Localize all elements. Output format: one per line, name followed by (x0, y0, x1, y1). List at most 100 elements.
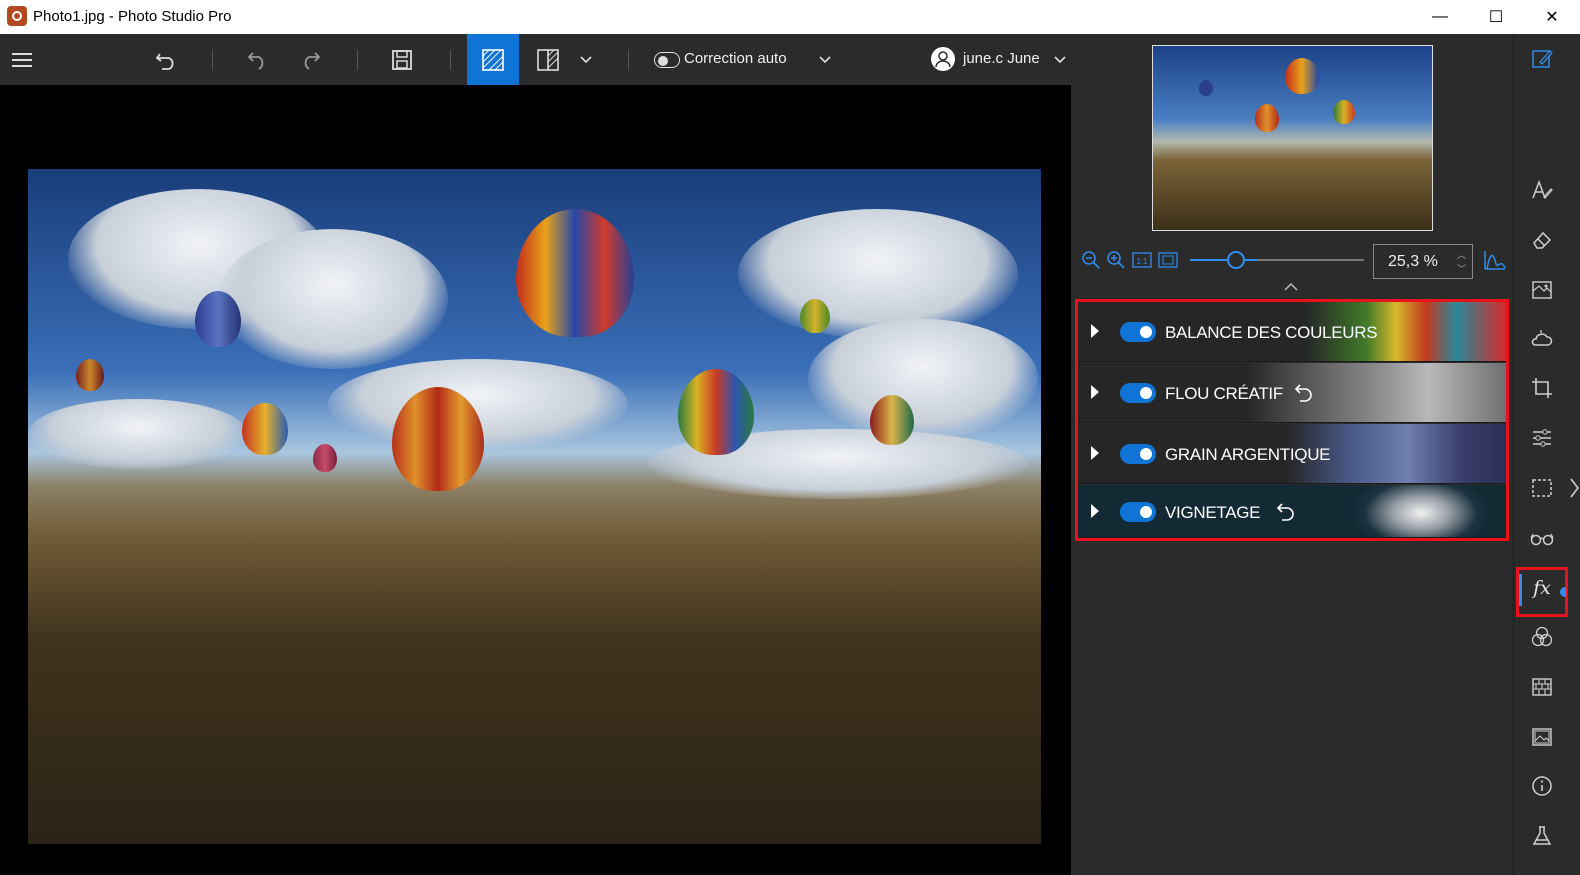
save-icon[interactable] (388, 34, 416, 85)
redo-icon[interactable] (296, 34, 324, 85)
fit-screen-icon[interactable] (1158, 250, 1178, 270)
color-circles-icon[interactable] (1528, 623, 1556, 651)
effect-label: BALANCE DES COULEURS (1165, 323, 1378, 342)
single-view-button[interactable] (467, 34, 519, 85)
effect-row-film-grain[interactable]: GRAIN ARGENTIQUE (1078, 424, 1506, 484)
balloon-shape (313, 444, 337, 472)
zoom-out-icon[interactable] (1081, 250, 1101, 270)
navigator-thumbnail[interactable] (1152, 45, 1433, 231)
toolbar-separator (357, 50, 358, 70)
effect-label: VIGNETAGE (1165, 503, 1261, 522)
expand-arrow-icon[interactable] (1091, 324, 1099, 338)
user-name[interactable]: june.c June (963, 50, 1040, 67)
crop-icon[interactable] (1528, 374, 1556, 402)
zoom-value-field[interactable]: 25,3 % ︿ ﹀ (1373, 244, 1473, 279)
expand-arrow-icon[interactable] (1091, 385, 1099, 399)
view-dropdown-chevron-icon[interactable] (576, 34, 596, 85)
auto-correction-chevron-icon[interactable] (815, 34, 835, 85)
eraser-icon[interactable] (1528, 226, 1556, 254)
effects-list: BALANCE DES COULEURS FLOU CRÉATIF GRAIN … (1075, 299, 1509, 541)
balloon-shape (1285, 58, 1319, 94)
selection-icon[interactable] (1528, 474, 1556, 502)
toggle-knob (658, 56, 668, 66)
expand-arrow-icon[interactable] (1091, 446, 1099, 460)
toggle-knob (1140, 506, 1152, 518)
toolbar-separator (628, 50, 629, 70)
weather-icon[interactable] (1528, 325, 1556, 353)
collapse-navigator-chevron-icon[interactable] (1284, 280, 1298, 294)
texture-icon[interactable] (1528, 276, 1556, 304)
effect-row-color-balance[interactable]: BALANCE DES COULEURS (1078, 302, 1506, 362)
minimize-button[interactable]: — (1412, 0, 1468, 34)
expand-panel-chevron-icon[interactable] (1569, 477, 1580, 499)
histogram-icon[interactable] (1483, 250, 1507, 270)
effect-label: FLOU CRÉATIF (1165, 384, 1283, 403)
balloon-shape (870, 395, 914, 445)
expand-arrow-icon[interactable] (1091, 504, 1099, 518)
effects-panel: 1:1 25,3 % ︿ ﹀ BALANCE DES COULEURS FLOU… (1071, 34, 1513, 875)
effect-enable-toggle[interactable] (1120, 444, 1156, 464)
panel-expand-strip[interactable] (1569, 34, 1580, 875)
svg-text:1:1: 1:1 (1136, 257, 1148, 266)
balloon-shape (678, 369, 754, 455)
cloud-shape (738, 209, 1018, 339)
zoom-slider[interactable] (1190, 259, 1364, 261)
balloon-shape (195, 291, 241, 347)
close-button[interactable]: ✕ (1524, 0, 1580, 34)
zoom-value: 25,3 % (1388, 253, 1438, 270)
auto-correction-label: Correction auto (684, 50, 787, 67)
balloon-shape (76, 359, 104, 391)
balloon-shape (392, 387, 484, 491)
effect-preview-image (1246, 363, 1506, 422)
balloon-shape (1333, 100, 1355, 124)
zoom-slider-fill (1190, 259, 1257, 261)
split-view-icon[interactable] (534, 34, 562, 85)
cloud-shape (28, 399, 248, 469)
auto-correction-toggle[interactable] (654, 52, 680, 68)
fx-icon[interactable]: fx (1528, 574, 1556, 602)
balloon-shape (516, 209, 634, 337)
app-icon (7, 6, 27, 26)
flask-icon[interactable] (1528, 822, 1556, 850)
toggle-knob (1140, 326, 1152, 338)
balloon-shape (1199, 80, 1213, 96)
toggle-knob (1140, 448, 1152, 460)
top-toolbar: Correction auto june.c June (0, 34, 1071, 85)
revert-icon[interactable] (152, 34, 180, 85)
photo-preview[interactable] (28, 169, 1041, 844)
reset-icon[interactable] (1276, 502, 1296, 522)
text-icon[interactable] (1528, 176, 1556, 204)
balloon-shape (1255, 104, 1279, 132)
fx-active-dot (1560, 587, 1566, 597)
zoom-in-icon[interactable] (1106, 250, 1126, 270)
brick-icon[interactable] (1528, 673, 1556, 701)
glasses-icon[interactable] (1528, 524, 1556, 552)
reset-icon[interactable] (1294, 383, 1314, 403)
zoom-up-icon[interactable]: ︿ (1457, 248, 1466, 261)
zoom-slider-knob[interactable] (1226, 251, 1245, 269)
actual-size-icon[interactable]: 1:1 (1132, 250, 1152, 270)
tool-sidebar: fx (1513, 34, 1569, 875)
effect-enable-toggle[interactable] (1120, 383, 1156, 403)
window-title: Photo1.jpg - Photo Studio Pro (33, 8, 232, 25)
balloon-shape (800, 299, 830, 333)
toolbar-separator (212, 50, 213, 70)
maximize-button[interactable]: ☐ (1468, 0, 1524, 34)
balloon-shape (242, 403, 288, 455)
user-avatar[interactable] (931, 47, 955, 71)
image-canvas[interactable] (0, 85, 1071, 875)
cloud-shape (218, 229, 448, 369)
effect-enable-toggle[interactable] (1120, 322, 1156, 342)
effect-row-creative-blur[interactable]: FLOU CRÉATIF (1078, 363, 1506, 423)
user-menu-chevron-icon[interactable] (1050, 34, 1070, 85)
undo-icon[interactable] (244, 34, 272, 85)
cloud-shape (808, 319, 1038, 439)
effect-row-vignette[interactable]: VIGNETAGE (1078, 485, 1506, 538)
info-icon[interactable] (1528, 772, 1556, 800)
effect-enable-toggle[interactable] (1120, 502, 1156, 522)
edit-icon[interactable] (1528, 45, 1556, 73)
zoom-down-icon[interactable]: ﹀ (1457, 262, 1466, 275)
hamburger-menu-icon[interactable] (10, 34, 34, 85)
image-icon[interactable] (1528, 723, 1556, 751)
adjust-icon[interactable] (1528, 424, 1556, 452)
